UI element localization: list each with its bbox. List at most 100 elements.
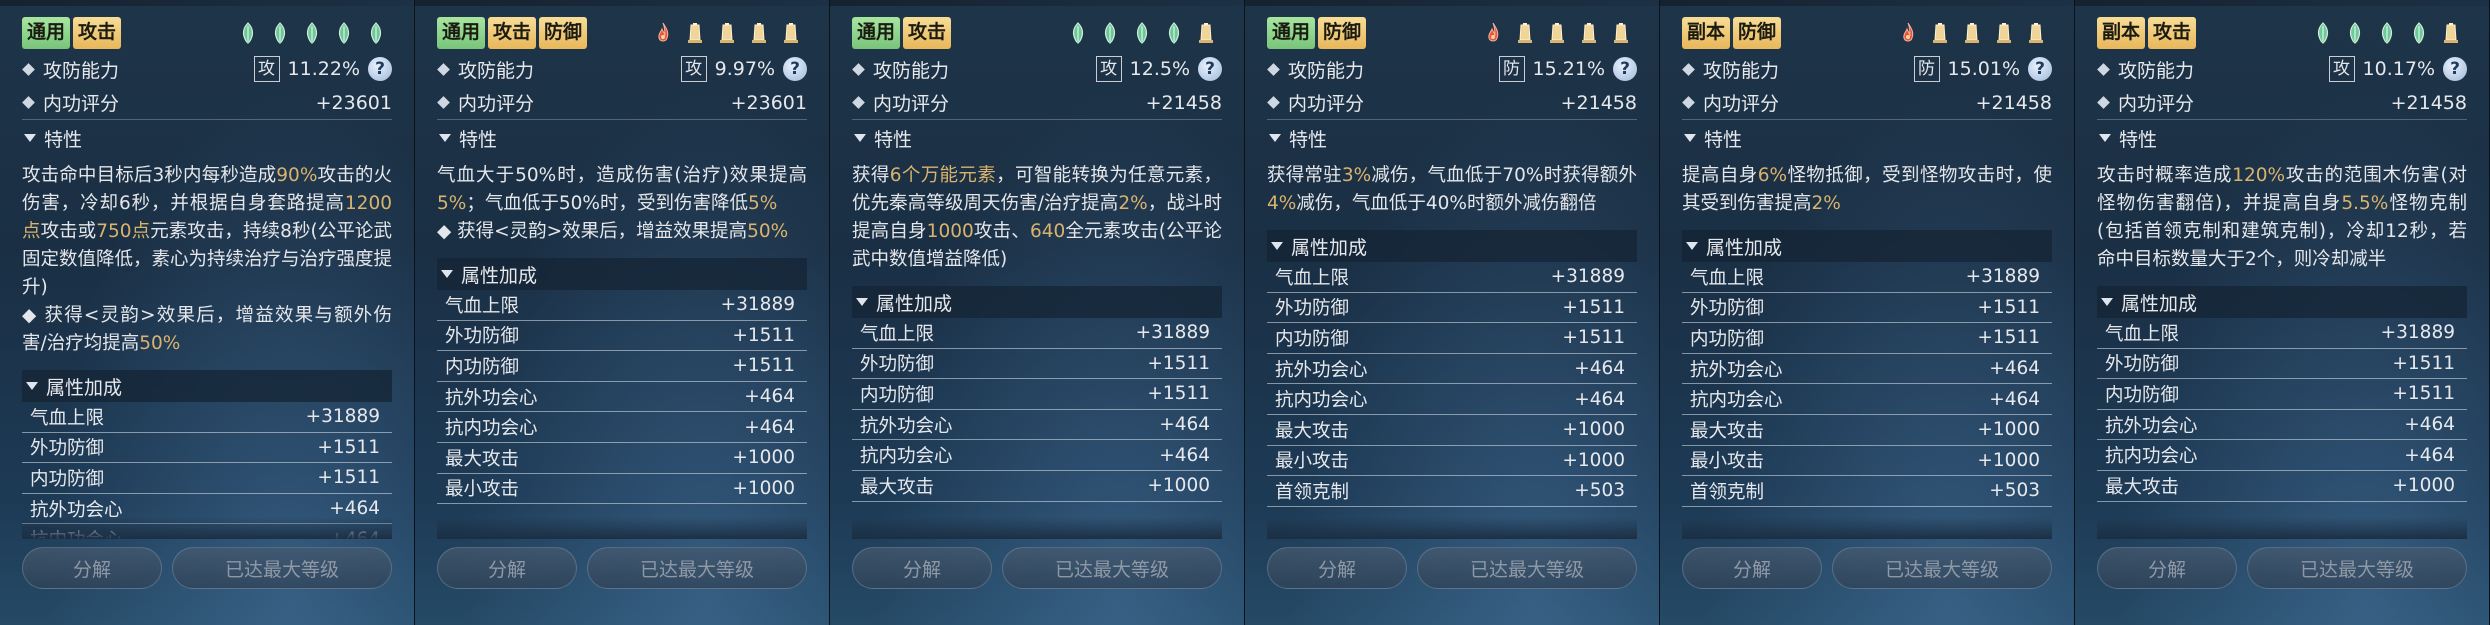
attribute-value: +31889 [1965,266,2040,288]
attribute-section-toggle[interactable]: 属性加成 [2097,286,2467,318]
help-icon[interactable]: ? [368,57,392,81]
red-flame-icon[interactable] [1898,21,1918,45]
attribute-row: 最大攻击 +1000 [1682,415,2052,446]
attribute-value: +1511 [2392,383,2455,405]
attribute-section-toggle[interactable]: 属性加成 [1682,230,2052,262]
category-tag: 通用 [1267,17,1316,49]
help-icon[interactable]: ? [2028,57,2052,81]
max-level-button[interactable]: 已达最大等级 [172,547,392,589]
green-leaf-icon[interactable] [2345,21,2365,45]
max-level-button[interactable]: 已达最大等级 [2247,547,2467,589]
attribute-name: 最大攻击 [860,476,935,498]
gold-bell-icon[interactable] [1196,21,1216,45]
max-level-button[interactable]: 已达最大等级 [1002,547,1222,589]
gold-bell-icon[interactable] [1579,21,1599,45]
decompose-button[interactable]: 分解 [1267,547,1407,589]
help-icon[interactable]: ? [2443,57,2467,81]
attribute-row: 最大攻击 +1000 [1267,415,1637,446]
help-icon[interactable]: ? [783,57,807,81]
attribute-name: 外功防御 [2105,354,2180,376]
collapse-arrow-icon [439,134,451,142]
trait-description: 提高自身6%怪物抵御，受到怪物攻击时，使其受到伤害提高2% [1682,154,2052,222]
green-leaf-icon[interactable] [1164,21,1184,45]
decompose-button[interactable]: 分解 [22,547,162,589]
gold-bell-icon[interactable] [2441,21,2461,45]
gold-bell-icon[interactable] [2026,21,2046,45]
green-leaf-icon[interactable] [270,21,290,45]
gold-bell-icon[interactable] [1994,21,2014,45]
trait-section-toggle[interactable]: 特性 [1682,122,2052,154]
green-leaf-icon[interactable] [302,21,322,45]
attribute-value: +503 [1574,480,1625,502]
attribute-value: +1511 [1977,296,2040,318]
decompose-button[interactable]: 分解 [1682,547,1822,589]
green-leaf-icon[interactable] [1132,21,1152,45]
gold-bell-icon[interactable] [749,21,769,45]
help-icon[interactable]: ? [1613,57,1637,81]
attribute-name: 内功防御 [445,356,520,378]
max-level-button[interactable]: 已达最大等级 [587,547,807,589]
attribute-row: 气血上限 +31889 [1267,262,1637,293]
attribute-section-toggle[interactable]: 属性加成 [437,258,807,290]
green-leaf-icon[interactable] [2409,21,2429,45]
attribute-value: +464 [2404,444,2455,466]
gold-bell-icon[interactable] [1547,21,1567,45]
action-bar: 分解 已达最大等级 [852,547,1222,589]
card-header: 通用 攻击 [852,14,1222,52]
diamond-icon [1267,62,1280,76]
attribute-value: +1511 [1147,352,1210,374]
red-flame-icon[interactable] [1483,21,1503,45]
gold-bell-icon[interactable] [1962,21,1982,45]
attribute-section-toggle[interactable]: 属性加成 [22,370,392,402]
green-leaf-icon[interactable] [334,21,354,45]
gold-bell-icon[interactable] [1930,21,1950,45]
max-level-button[interactable]: 已达最大等级 [1417,547,1637,589]
gold-bell-icon[interactable] [685,21,705,45]
green-leaf-icon[interactable] [2377,21,2397,45]
attribute-name: 气血上限 [445,295,520,317]
gold-bell-icon[interactable] [717,21,737,45]
trait-description: 获得常驻3%减伤，气血低于70%时获得额外 4%减伤，气血低于40%时额外减伤翻倍 [1267,154,1637,222]
trait-section-toggle[interactable]: 特性 [22,122,392,154]
attribute-section-toggle[interactable]: 属性加成 [852,286,1222,318]
gold-bell-icon[interactable] [1515,21,1535,45]
gold-bell-icon[interactable] [1611,21,1631,45]
trait-header: 特性 [1704,128,1743,151]
score-value: +23601 [315,91,392,114]
attribute-name: 抗外功会心 [1690,359,1783,381]
decompose-button[interactable]: 分解 [852,547,992,589]
trait-section-toggle[interactable]: 特性 [852,122,1222,154]
highlight-value: 6% [1757,165,1788,186]
attribute-value: +1000 [2392,475,2455,497]
help-icon[interactable]: ? [1198,57,1222,81]
trait-section-toggle[interactable]: 特性 [1267,122,1637,154]
attribute-section-toggle[interactable]: 属性加成 [1267,230,1637,262]
ability-label: 攻防能力 [43,59,120,82]
ability-label: 攻防能力 [1288,59,1365,82]
red-flame-icon[interactable] [653,21,673,45]
heart-method-card: 通用 攻击 攻防能力 攻 12.5%? 内功评分 +21458 特性 获得6个万能元素，可智能转… [830,0,1245,625]
attribute-row: 外功防御 +1511 [2097,349,2467,380]
trait-section-toggle[interactable]: 特性 [437,122,807,154]
trait-header: 特性 [459,128,498,151]
score-row: 内功评分 +21458 [1682,86,2052,120]
decompose-button[interactable]: 分解 [437,547,577,589]
green-leaf-icon[interactable] [2313,21,2333,45]
attribute-row: 外功防御 +1511 [1682,293,2052,324]
attribute-name: 抗内功会心 [2105,446,2198,468]
green-leaf-icon[interactable] [1100,21,1120,45]
gold-bell-icon[interactable] [781,21,801,45]
diamond-icon [22,62,35,76]
tag-group: 副本 攻击 [2097,17,2197,49]
attribute-header: 属性加成 [1706,236,1783,259]
green-leaf-icon[interactable] [366,21,386,45]
green-leaf-icon[interactable] [238,21,258,45]
max-level-button[interactable]: 已达最大等级 [1832,547,2052,589]
attribute-row: 最小攻击 +1000 [1267,446,1637,477]
trait-section-toggle[interactable]: 特性 [2097,122,2467,154]
attribute-row: 内功防御 +1511 [852,379,1222,410]
category-tag: 通用 [22,17,71,49]
decompose-button[interactable]: 分解 [2097,547,2237,589]
trait-text: 气血大于50%时，造成伤害(治疗)效果提高 [437,165,807,186]
green-leaf-icon[interactable] [1068,21,1088,45]
